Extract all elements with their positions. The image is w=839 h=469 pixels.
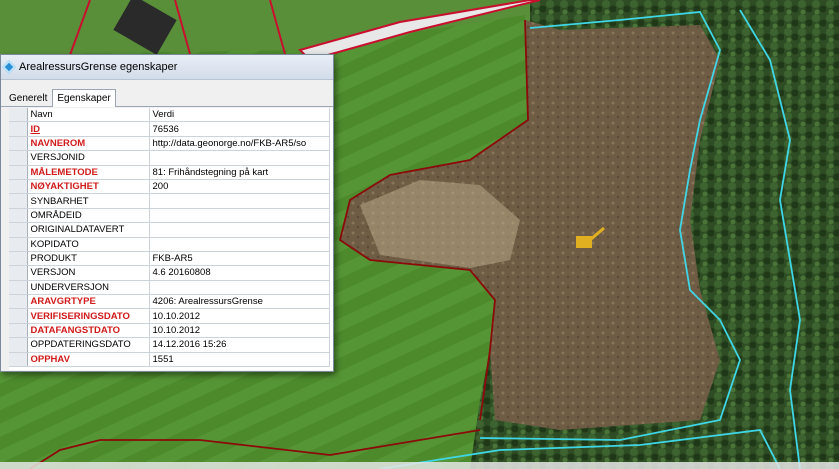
- row-selector[interactable]: [9, 337, 28, 353]
- row-selector[interactable]: [9, 294, 28, 310]
- property-value[interactable]: [149, 150, 330, 166]
- row-selector[interactable]: [9, 352, 28, 368]
- property-value[interactable]: [149, 208, 330, 224]
- tab-strip: Generelt Egenskaper: [1, 86, 333, 107]
- row-selector[interactable]: [9, 222, 28, 238]
- table-row[interactable]: NAVNEROM http://data.geonorge.no/FKB-AR5/…: [9, 136, 330, 152]
- property-name: SYNBARHET: [27, 193, 150, 209]
- property-value[interactable]: 1551: [149, 352, 330, 368]
- table-row[interactable]: VERSJON 4.6 20160808: [9, 265, 330, 281]
- property-value[interactable]: http://data.geonorge.no/FKB-AR5/so: [149, 136, 330, 152]
- property-value[interactable]: 10.10.2012: [149, 323, 330, 339]
- row-selector[interactable]: [9, 251, 28, 267]
- row-selector[interactable]: [9, 280, 28, 296]
- dialog-title: ArealressursGrense egenskaper: [19, 61, 178, 73]
- property-name: VERIFISERINGSDATO: [27, 308, 150, 324]
- column-header-value[interactable]: Verdi: [149, 108, 330, 123]
- table-row[interactable]: OPPDATERINGSDATO 14.12.2016 15:26: [9, 337, 330, 353]
- row-selector[interactable]: [9, 165, 28, 180]
- row-selector[interactable]: [9, 193, 28, 209]
- property-value[interactable]: 76536: [149, 121, 330, 137]
- property-value[interactable]: [149, 193, 330, 209]
- table-row[interactable]: ID 76536: [9, 121, 330, 137]
- bottom-edge: [0, 462, 839, 469]
- property-value[interactable]: 4.6 20160808: [149, 265, 330, 281]
- app-diamond-icon: [1, 59, 17, 75]
- row-selector[interactable]: [9, 265, 28, 281]
- column-header-name[interactable]: Navn: [27, 108, 150, 123]
- property-value[interactable]: [149, 222, 330, 238]
- row-selector[interactable]: [9, 179, 28, 195]
- grid-header-row: Navn Verdi: [9, 108, 330, 123]
- property-name: NØYAKTIGHET: [27, 179, 150, 195]
- dialog-titlebar[interactable]: ArealressursGrense egenskaper: [1, 55, 333, 80]
- property-name: MÅLEMETODE: [27, 165, 150, 180]
- property-value[interactable]: [149, 237, 330, 252]
- properties-grid[interactable]: Navn Verdi ID 76536 NAVNEROM http://data.ge…: [9, 108, 333, 370]
- properties-dialog[interactable]: ArealressursGrense egenskaper Generelt E…: [0, 54, 334, 372]
- property-name: ORIGINALDATAVERT: [27, 222, 150, 238]
- table-row[interactable]: VERSJONID: [9, 150, 330, 166]
- table-row[interactable]: KOPIDATO: [9, 237, 330, 252]
- table-row[interactable]: OMRÅDEID: [9, 208, 330, 224]
- table-row[interactable]: SYNBARHET: [9, 193, 330, 209]
- table-row[interactable]: NØYAKTIGHET 200: [9, 179, 330, 195]
- table-row[interactable]: PRODUKT FKB-AR5: [9, 251, 330, 267]
- table-row[interactable]: MÅLEMETODE 81: Frihåndstegning på kart: [9, 165, 330, 180]
- property-value[interactable]: [149, 280, 330, 296]
- property-value[interactable]: 4206: ArealressursGrense: [149, 294, 330, 310]
- property-name: VERSJONID: [27, 150, 150, 166]
- row-selector[interactable]: [9, 121, 28, 137]
- table-row[interactable]: DATAFANGSTDATO 10.10.2012: [9, 323, 330, 339]
- table-row[interactable]: OPPHAV 1551: [9, 352, 330, 368]
- property-name: ARAVGRTYPE: [27, 294, 150, 310]
- property-name: OPPHAV: [27, 352, 150, 368]
- row-selector[interactable]: [9, 237, 28, 252]
- property-value[interactable]: FKB-AR5: [149, 251, 330, 267]
- row-header-corner: [9, 108, 28, 123]
- property-name: KOPIDATO: [27, 237, 150, 252]
- tab-egenskaper[interactable]: Egenskaper: [52, 89, 116, 107]
- row-selector[interactable]: [9, 323, 28, 339]
- table-row[interactable]: UNDERVERSJON: [9, 280, 330, 296]
- row-selector[interactable]: [9, 208, 28, 224]
- tab-generelt[interactable]: Generelt: [4, 90, 52, 106]
- table-row[interactable]: VERIFISERINGSDATO 10.10.2012: [9, 308, 330, 324]
- property-value[interactable]: 81: Frihåndstegning på kart: [149, 165, 330, 180]
- property-name: NAVNEROM: [27, 136, 150, 152]
- row-selector[interactable]: [9, 150, 28, 166]
- row-selector[interactable]: [9, 136, 28, 152]
- property-name: OPPDATERINGSDATO: [27, 337, 150, 353]
- property-value[interactable]: 200: [149, 179, 330, 195]
- table-row[interactable]: ORIGINALDATAVERT: [9, 222, 330, 238]
- property-name: VERSJON: [27, 265, 150, 281]
- table-row[interactable]: ARAVGRTYPE 4206: ArealressursGrense: [9, 294, 330, 310]
- property-value[interactable]: 10.10.2012: [149, 308, 330, 324]
- row-selector[interactable]: [9, 308, 28, 324]
- property-name: PRODUKT: [27, 251, 150, 267]
- property-name: ID: [27, 121, 150, 137]
- property-name: UNDERVERSJON: [27, 280, 150, 296]
- property-name: DATAFANGSTDATO: [27, 323, 150, 339]
- property-value[interactable]: 14.12.2016 15:26: [149, 337, 330, 353]
- property-name: OMRÅDEID: [27, 208, 150, 224]
